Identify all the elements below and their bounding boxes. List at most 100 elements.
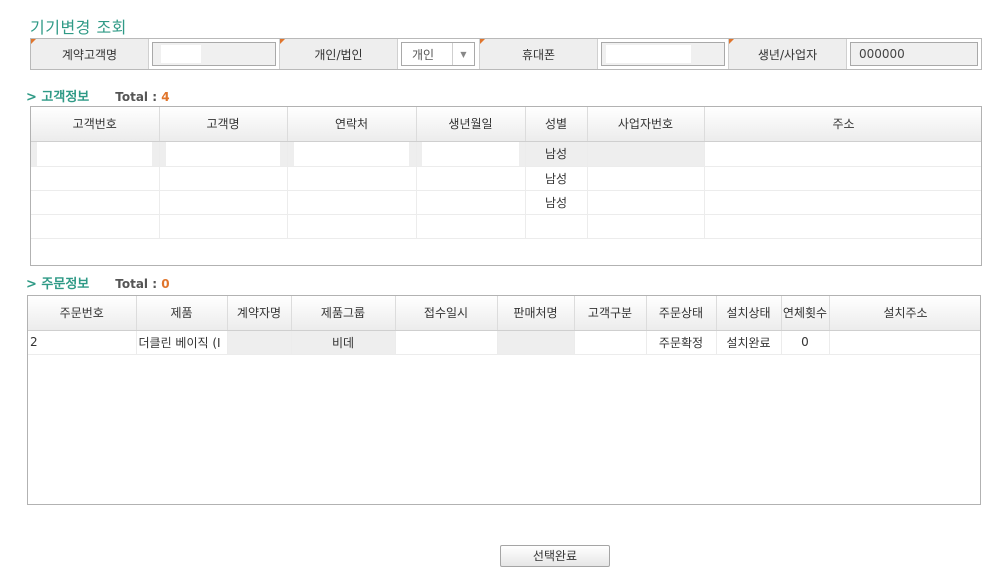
customer-total-count: 4	[161, 90, 170, 104]
order-table: 주문번호 제품 계약자명 제품그룹 접수일시 판매처명 고객구분 주문상태 설치…	[28, 296, 980, 355]
birth-label-text: 생년/사업자	[757, 47, 818, 62]
required-marker-icon	[480, 39, 485, 44]
gender-cell[interactable]: 남성	[525, 190, 588, 215]
type-select[interactable]: 개인 ▼	[401, 42, 475, 66]
contract-name-input[interactable]	[152, 42, 276, 66]
col-address[interactable]: 주소	[704, 107, 981, 142]
required-marker-icon	[280, 39, 285, 44]
customer-header-row: 고객번호 고객명 연락처 생년월일 성별 사업자번호 주소	[31, 107, 981, 142]
birth-input[interactable]: 000000	[850, 42, 978, 66]
customer-grid: 고객번호 고객명 연락처 생년월일 성별 사업자번호 주소 남성 남성 남성	[30, 106, 982, 266]
overdue-cell[interactable]: 0	[781, 330, 830, 355]
col-install-status[interactable]: 설치상태	[716, 296, 782, 331]
contractor-cell[interactable]	[227, 330, 292, 355]
customer-name-cell[interactable]	[159, 190, 288, 215]
birth-cell[interactable]	[416, 166, 526, 191]
type-label-text: 개인/법인	[314, 47, 363, 62]
order-header-row: 주문번호 제품 계약자명 제품그룹 접수일시 판매처명 고객구분 주문상태 설치…	[28, 296, 980, 331]
phone-mask	[606, 45, 691, 63]
col-product[interactable]: 제품	[136, 296, 228, 331]
table-row[interactable]: 남성	[31, 166, 981, 191]
col-customer-no[interactable]: 고객번호	[31, 107, 160, 142]
customer-name-cell[interactable]	[159, 214, 288, 239]
address-cell[interactable]	[704, 141, 981, 167]
col-store[interactable]: 판매처명	[497, 296, 575, 331]
table-row[interactable]: 2 더클린 베이직 (I 비데 주문확정 설치완료 0	[28, 330, 980, 355]
phone-input[interactable]	[601, 42, 725, 66]
order-status-cell[interactable]: 주문확정	[646, 330, 717, 355]
cust-type-cell[interactable]	[574, 330, 647, 355]
required-marker-icon	[31, 39, 36, 44]
customer-name-cell[interactable]	[159, 141, 288, 167]
chevron-down-icon[interactable]: ▼	[452, 43, 474, 65]
address-cell[interactable]	[704, 190, 981, 215]
masked-value	[421, 141, 520, 165]
required-marker-icon	[729, 39, 734, 44]
product-group-cell[interactable]: 비데	[291, 330, 396, 355]
business-no-cell[interactable]	[587, 190, 705, 215]
customer-no-cell[interactable]	[31, 166, 160, 191]
gender-cell[interactable]: 남성	[525, 166, 588, 191]
customer-no-cell[interactable]	[31, 214, 160, 239]
contract-name-cell	[149, 39, 280, 69]
install-address-cell[interactable]	[829, 330, 980, 355]
contact-cell[interactable]	[287, 214, 417, 239]
contact-cell[interactable]	[287, 166, 417, 191]
customer-name-cell[interactable]	[159, 166, 288, 191]
birth-cell[interactable]	[416, 190, 526, 215]
col-cust-type[interactable]: 고객구분	[574, 296, 647, 331]
address-cell[interactable]	[704, 166, 981, 191]
col-received[interactable]: 접수일시	[395, 296, 498, 331]
select-complete-button[interactable]: 선택완료	[500, 545, 610, 567]
product-cell[interactable]: 더클린 베이직 (I	[136, 330, 228, 355]
table-row[interactable]: 남성	[31, 141, 981, 167]
table-row[interactable]: 남성	[31, 190, 981, 215]
gender-cell[interactable]: 남성	[525, 141, 588, 167]
search-form: 계약고객명 개인/법인 개인 ▼ 휴대폰 생년/사업자 000000	[30, 38, 982, 70]
col-order-no[interactable]: 주문번호	[28, 296, 137, 331]
order-total: Total : 0	[115, 277, 169, 291]
order-grid: 주문번호 제품 계약자명 제품그룹 접수일시 판매처명 고객구분 주문상태 설치…	[27, 295, 981, 505]
type-cell: 개인 ▼	[398, 39, 480, 69]
col-birth[interactable]: 생년월일	[416, 107, 526, 142]
address-cell[interactable]	[704, 214, 981, 239]
type-select-value: 개인	[412, 47, 435, 62]
received-cell[interactable]	[395, 330, 498, 355]
business-no-cell[interactable]	[587, 166, 705, 191]
phone-label-text: 휴대폰	[521, 47, 556, 62]
contact-cell[interactable]	[287, 141, 417, 167]
masked-value	[165, 141, 281, 165]
col-gender[interactable]: 성별	[525, 107, 588, 142]
type-label: 개인/법인	[280, 39, 398, 69]
col-order-status[interactable]: 주문상태	[646, 296, 717, 331]
order-total-label: Total :	[115, 277, 162, 291]
contract-name-label-text: 계약고객명	[61, 47, 118, 62]
contact-cell[interactable]	[287, 190, 417, 215]
customer-table: 고객번호 고객명 연락처 생년월일 성별 사업자번호 주소 남성 남성 남성	[31, 107, 981, 239]
gender-cell[interactable]	[525, 214, 588, 239]
customer-no-cell[interactable]	[31, 190, 160, 215]
birth-cell[interactable]	[416, 141, 526, 167]
col-customer-name[interactable]: 고객명	[159, 107, 288, 142]
birth-cell[interactable]	[416, 214, 526, 239]
col-overdue[interactable]: 연체횟수	[781, 296, 830, 331]
page-title: 기기변경 조회	[30, 18, 127, 37]
col-business-no[interactable]: 사업자번호	[587, 107, 705, 142]
col-contact[interactable]: 연락처	[287, 107, 417, 142]
install-status-cell[interactable]: 설치완료	[716, 330, 782, 355]
col-install-address[interactable]: 설치주소	[829, 296, 980, 331]
order-no-cell[interactable]: 2	[28, 330, 137, 355]
customer-no-cell[interactable]	[31, 141, 160, 167]
col-product-group[interactable]: 제품그룹	[291, 296, 396, 331]
business-no-cell[interactable]	[587, 141, 705, 167]
store-cell[interactable]	[497, 330, 575, 355]
business-no-cell[interactable]	[587, 214, 705, 239]
order-section-header: > 주문정보 Total : 0	[26, 273, 170, 292]
order-total-count: 0	[161, 277, 170, 291]
birth-cell: 000000	[847, 39, 981, 69]
col-contractor[interactable]: 계약자명	[227, 296, 292, 331]
contract-name-mask	[161, 45, 201, 63]
table-row[interactable]	[31, 214, 981, 239]
customer-section-header: > 고객정보 Total : 4	[26, 86, 170, 105]
customer-section-title: > 고객정보	[26, 90, 90, 105]
